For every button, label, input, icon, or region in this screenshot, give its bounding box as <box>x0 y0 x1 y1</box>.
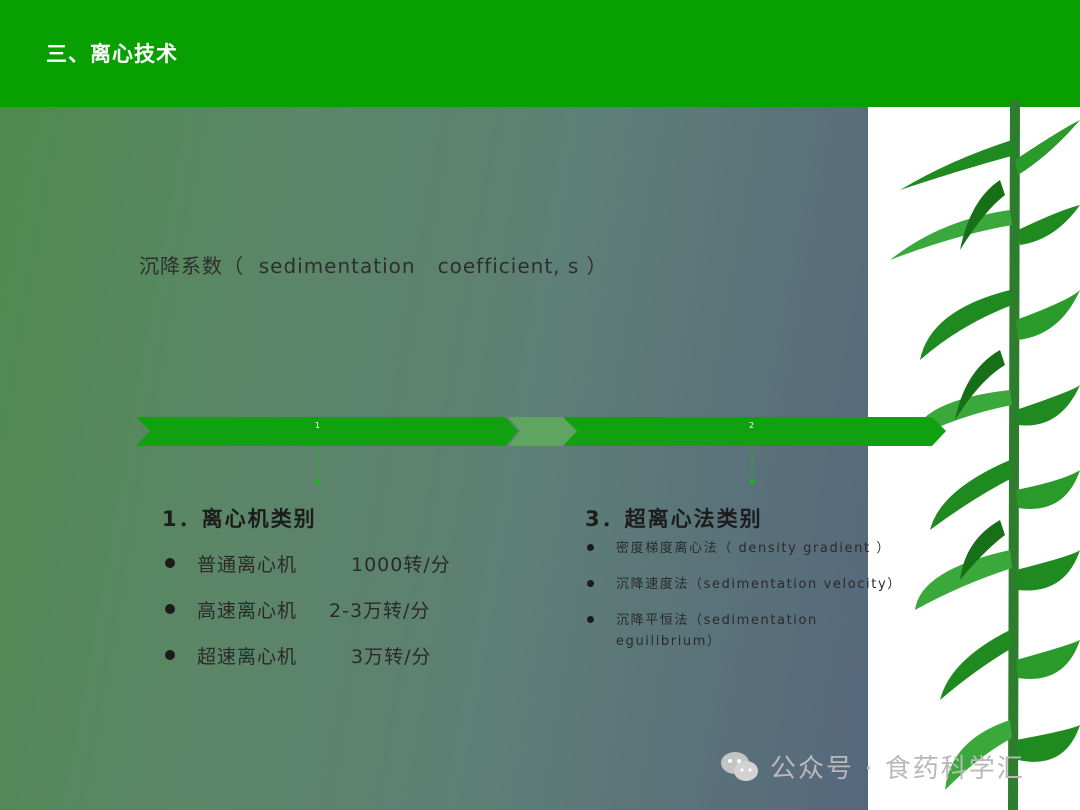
list-item: 超速离心机 3万转/分 <box>160 632 451 678</box>
centrifuge-name: 高速离心机 <box>197 599 298 622</box>
ultracentrifugation-methods-list: 密度梯度离心法（ density gradient ） 沉降速度法（sedime… <box>585 538 905 667</box>
timeline-arrow-2 <box>563 417 946 446</box>
connector-dot-2 <box>749 479 755 485</box>
bullet-icon <box>587 544 594 551</box>
watermark: 公众号 · 食药科学汇 <box>720 748 1025 785</box>
connector-dot-1 <box>315 479 321 485</box>
list-item: 沉降平恒法（sedimentation eguilibrium） <box>585 610 905 652</box>
wechat-icon <box>721 751 758 781</box>
watermark-text: 公众号 · 食药科学汇 <box>770 754 1025 784</box>
centrifuge-speed: 2-3万转/分 <box>329 599 431 622</box>
list-item: 密度梯度离心法（ density gradient ） <box>585 538 905 559</box>
method-text: 沉降平恒法（sedimentation eguilibrium） <box>616 613 818 649</box>
bullet-icon <box>587 580 594 587</box>
method-text: 密度梯度离心法（ density gradient ） <box>616 541 892 556</box>
section1-title: 1．离心机类别 <box>162 507 317 531</box>
bullet-icon <box>165 558 175 568</box>
timeline-step-2-label: 2 <box>749 421 755 430</box>
list-item: 普通离心机 1000转/分 <box>160 540 451 586</box>
centrifuge-name: 普通离心机 <box>197 553 298 576</box>
timeline-arrows <box>136 417 946 485</box>
bullet-icon <box>587 616 594 623</box>
centrifuge-speed: 3万转/分 <box>351 645 432 668</box>
timeline-arrow-1 <box>136 417 518 446</box>
bullet-icon <box>165 650 175 660</box>
list-item: 沉降速度法（sedimentation velocity） <box>585 574 905 595</box>
section2-title: 3．超离心法类别 <box>585 507 763 531</box>
method-text: 沉降速度法（sedimentation velocity） <box>616 577 902 592</box>
centrifuge-speed: 1000转/分 <box>351 553 451 576</box>
list-item: 高速离心机 2-3万转/分 <box>160 586 451 632</box>
centrifuge-name: 超速离心机 <box>197 645 298 668</box>
centrifuge-types-list: 普通离心机 1000转/分 高速离心机 2-3万转/分 超速离心机 3万转/分 <box>160 540 451 678</box>
bullet-icon <box>165 604 175 614</box>
timeline-step-1-label: 1 <box>315 421 321 430</box>
